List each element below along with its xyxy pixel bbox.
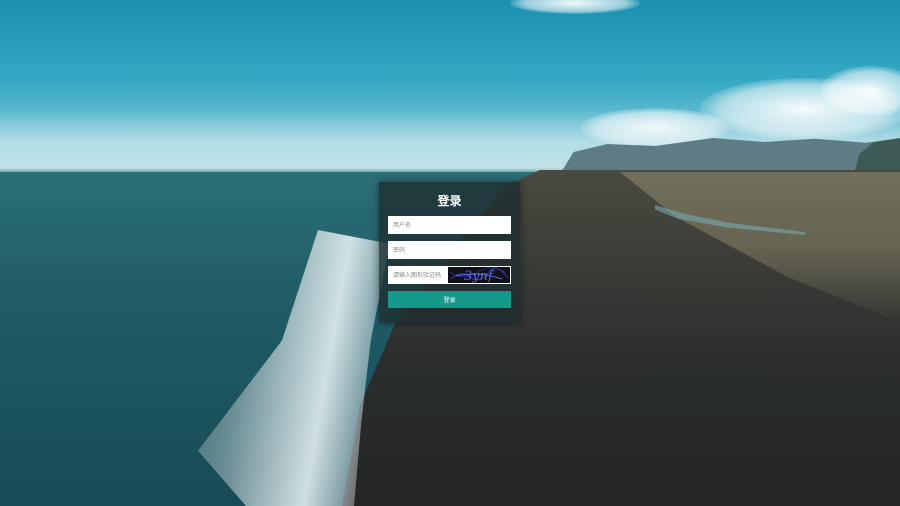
login-title: 登录: [437, 194, 462, 208]
cloud: [510, 0, 640, 14]
captcha-row: 3ynf: [388, 266, 511, 284]
username-input[interactable]: [388, 216, 511, 234]
login-panel: 登录 3ynf 登录: [379, 182, 520, 323]
login-button[interactable]: 登录: [388, 291, 511, 308]
captcha-image[interactable]: 3ynf: [448, 267, 510, 283]
password-input[interactable]: [388, 241, 511, 259]
